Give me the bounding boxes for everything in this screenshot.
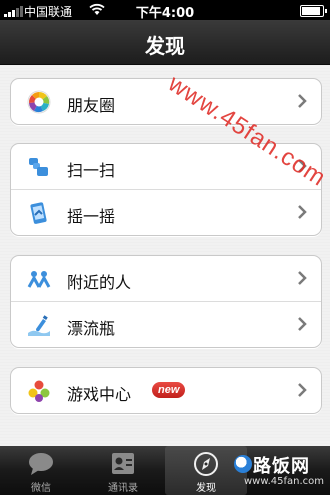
group-nearby-bottle: 附近的人 漂流瓶 <box>10 255 322 348</box>
chevron-right-icon <box>298 271 307 285</box>
tab-label: 微信 <box>31 483 51 494</box>
menu-item-label: 漂流瓶 <box>67 319 116 338</box>
chevron-right-icon <box>298 205 307 219</box>
menu-item-moments[interactable]: 朋友圈 <box>11 79 321 124</box>
navigation-bar: 发现 <box>0 20 330 65</box>
compass-icon <box>194 452 218 476</box>
menu-item-game-center[interactable]: 游戏中心 new <box>11 368 321 413</box>
logo-url: www.45fan.com <box>244 476 325 487</box>
battery-icon <box>300 5 327 17</box>
scan-icon <box>29 157 48 176</box>
menu-item-label: 游戏中心 <box>67 385 132 404</box>
tab-contacts[interactable]: 通讯录 <box>82 446 164 495</box>
tab-chats[interactable]: 微信 <box>0 446 82 495</box>
contacts-icon <box>112 453 134 474</box>
site-logo: 路饭网 www.45fan.com <box>234 452 330 492</box>
chat-bubble-icon <box>29 453 53 475</box>
new-badge: new <box>152 382 186 398</box>
chevron-right-icon <box>298 317 307 331</box>
group-moments: 朋友圈 <box>10 78 322 125</box>
group-games: 游戏中心 new <box>10 367 322 414</box>
status-time: 下午4:00 <box>135 6 195 21</box>
menu-item-drift-bottle[interactable]: 漂流瓶 <box>11 301 321 347</box>
nearby-people-icon <box>27 270 51 288</box>
page-title: 发现 <box>145 34 185 58</box>
drift-bottle-icon <box>28 314 50 336</box>
tab-label: 通讯录 <box>108 483 138 494</box>
logo-text: 路饭网 <box>253 456 310 477</box>
menu-item-shake[interactable]: 摇一摇 <box>11 189 321 235</box>
status-bar: 中国联通 下午4:00 <box>0 0 330 21</box>
chevron-right-icon <box>298 94 307 108</box>
shake-icon <box>30 201 47 224</box>
menu-item-nearby-people[interactable]: 附近的人 <box>11 256 321 301</box>
menu-item-label: 朋友圈 <box>67 96 116 115</box>
moments-icon <box>27 90 51 113</box>
games-icon <box>28 380 50 402</box>
chevron-right-icon <box>298 383 307 397</box>
menu-item-label: 扫一扫 <box>67 161 116 180</box>
menu-item-label: 附近的人 <box>67 273 132 292</box>
logo-mark-icon <box>234 455 252 473</box>
menu-item-label: 摇一摇 <box>67 207 116 226</box>
